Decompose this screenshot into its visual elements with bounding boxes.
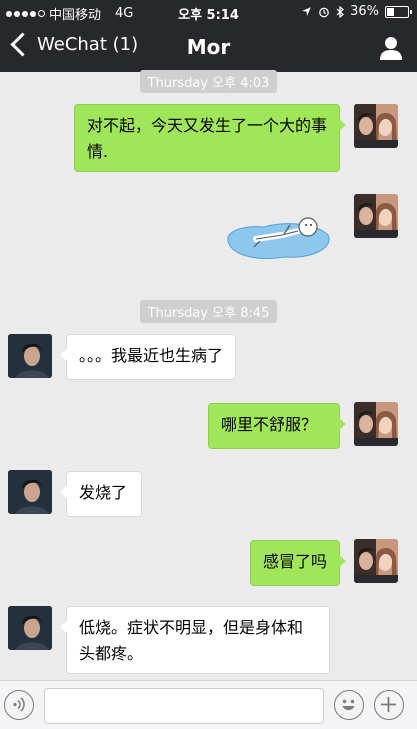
timestamp-label: Thursday 오후 8:45 (139, 300, 278, 323)
friend-avatar[interactable] (8, 470, 52, 514)
friend-photo (8, 334, 52, 378)
voice-icon (13, 697, 25, 712)
battery-fill (387, 7, 394, 16)
message-bubble-sent[interactable]: 感冒了吗 (250, 540, 346, 586)
chat-input-bar (0, 680, 417, 729)
couple-photo (354, 402, 398, 446)
my-avatar[interactable] (354, 104, 398, 148)
couple-photo (354, 194, 398, 238)
lying-down-sticker[interactable] (224, 203, 332, 263)
message-bubble-received[interactable]: 。。。我最近也生病了 (60, 334, 236, 380)
friend-avatar[interactable] (8, 334, 52, 378)
bluetooth-icon (336, 5, 345, 18)
plus-icon (381, 697, 396, 712)
timestamp-label: Thursday 오후 4:03 (139, 70, 278, 93)
message-input[interactable] (44, 688, 324, 724)
message-bubble-sent[interactable]: 哪里不舒服？ (208, 403, 346, 449)
timestamp: Thursday 오후 8:45 (0, 300, 417, 323)
friend-avatar[interactable] (8, 606, 52, 650)
message-text: 哪里不舒服？ (221, 415, 318, 434)
timestamp: Thursday 오후 4:03 (0, 70, 417, 93)
my-avatar[interactable] (354, 539, 398, 583)
couple-photo (354, 104, 398, 148)
message-text: 对不起，今天又发生了一个大的事情. (87, 116, 328, 161)
emoji-button[interactable] (334, 690, 364, 720)
couple-photo (354, 539, 398, 583)
my-avatar[interactable] (354, 194, 398, 238)
message-text: 发烧了 (79, 483, 128, 502)
battery-percent: 36% (350, 4, 379, 19)
voice-button[interactable] (4, 690, 34, 720)
plus-button[interactable] (374, 690, 404, 720)
person-icon[interactable] (377, 34, 405, 62)
message-text: 。。。我最近也生病了 (79, 346, 224, 365)
alarm-icon (319, 7, 329, 17)
battery-icon (385, 5, 412, 18)
message-text: 感冒了吗 (263, 552, 328, 571)
emoji-icon (342, 699, 355, 711)
message-text: 低烧。症状不明显，但是身体和头都疼。 (79, 618, 304, 663)
navigation-bar: WeChat (1) Mor (0, 24, 417, 72)
status-right: 36% (301, 4, 412, 19)
friend-photo (8, 470, 52, 514)
location-arrow-icon (302, 7, 311, 16)
wechat-chat-screen: 中国移动 4G 오후 5:14 36% WeChat (1) Mor Thurs… (0, 0, 417, 729)
message-bubble-received[interactable]: 发烧了 (60, 471, 142, 517)
chat-title: Mor (186, 35, 231, 59)
message-bubble-received[interactable]: 低烧。症状不明显，但是身体和头都疼。 (60, 606, 330, 674)
friend-photo (8, 606, 52, 650)
message-bubble-sent[interactable]: 对不起，今天又发生了一个大的事情. (74, 104, 346, 172)
status-bar: 中国移动 4G 오후 5:14 36% (0, 0, 417, 24)
my-avatar[interactable] (354, 402, 398, 446)
